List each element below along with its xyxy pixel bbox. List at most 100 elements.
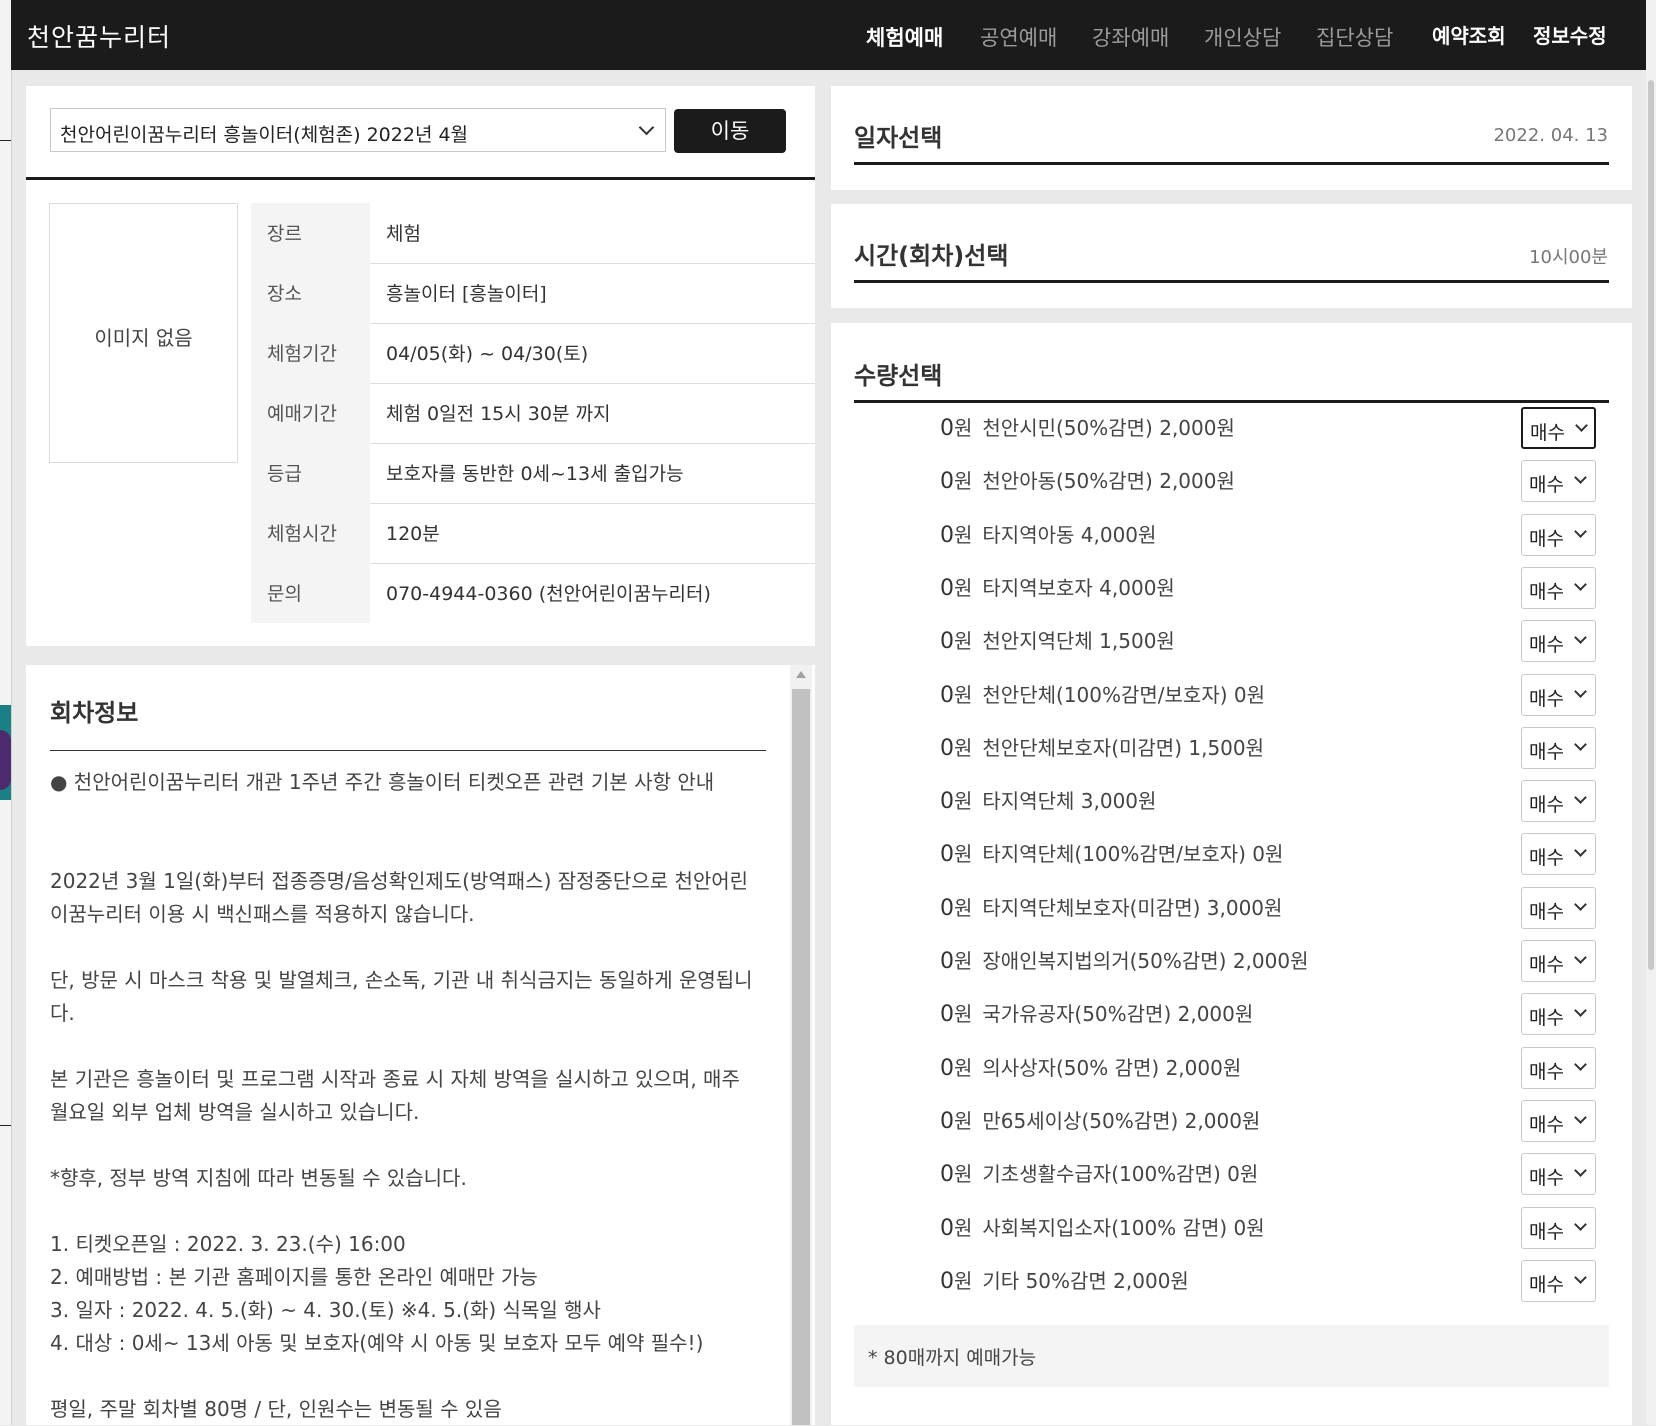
ticket-quantity-select[interactable]: 매수 <box>1521 940 1596 982</box>
ticket-quantity-select[interactable]: 매수 <box>1521 1207 1596 1249</box>
notice-list-item: 3. 일자 : 2022. 4. 5.(화) ~ 4. 30.(토) ※4. 5… <box>50 1298 601 1322</box>
chevron-down-icon <box>1574 791 1587 804</box>
program-select[interactable]: 천안어린이꿈누리터 흥놀이터(체험존) 2022년 4월 <box>50 108 666 152</box>
ticket-quantity-select[interactable]: 매수 <box>1521 514 1596 556</box>
ticket-quantity-select[interactable]: 매수 <box>1521 1047 1596 1089</box>
ticket-quantity-select[interactable]: 매수 <box>1521 567 1596 609</box>
divider <box>26 177 815 180</box>
ticket-quantity-select[interactable]: 매수 <box>1521 833 1596 875</box>
ticket-quantity-select[interactable]: 매수 <box>1521 460 1596 502</box>
ticket-price: 0 <box>940 683 954 708</box>
info-label: 등급 <box>267 463 302 485</box>
ticket-price: 0 <box>940 949 954 974</box>
ticket-price-unit: 원 <box>954 1269 973 1293</box>
notice-paragraph: *향후, 정부 방역 지침에 따라 변동될 수 있습니다. <box>50 1166 467 1190</box>
quantity-select-label: 매수 <box>1529 1167 1564 1189</box>
ticket-price-unit: 원 <box>954 629 973 653</box>
selected-date[interactable]: 2022. 04. 13 <box>1400 125 1608 146</box>
quantity-select-label: 매수 <box>1529 901 1564 923</box>
ticket-type-row: 0원 기초생활수급자(100%감면) 0원 <box>940 1158 1258 1187</box>
ticket-quantity-select[interactable]: 매수 <box>1521 1153 1596 1195</box>
chevron-down-icon <box>1574 844 1587 857</box>
ticket-quantity-select[interactable]: 매수 <box>1521 887 1596 929</box>
booking-limit-text: * 80매까지 예매가능 <box>868 1347 1037 1369</box>
chevron-down-icon <box>1574 1271 1587 1284</box>
notice-paragraph: ● 천안어린이꿈누리터 개관 1주년 주간 흥놀이터 티켓오픈 관련 기본 사항… <box>50 770 715 794</box>
ticket-quantity-select[interactable]: 매수 <box>1521 780 1596 822</box>
info-label: 장르 <box>267 223 302 245</box>
divider <box>854 162 1609 165</box>
ticket-price-unit: 원 <box>954 1162 973 1186</box>
notice-list-item: 4. 대상 : 0세~ 13세 아동 및 보호자(예약 시 아동 및 보호자 모… <box>50 1331 704 1355</box>
chevron-down-icon <box>638 119 655 136</box>
chevron-down-icon <box>1574 1004 1587 1017</box>
ticket-quantity-select[interactable]: 매수 <box>1521 674 1596 716</box>
nav-lecture-booking[interactable]: 강좌예매 <box>1092 22 1169 52</box>
ticket-price-unit: 원 <box>954 523 973 547</box>
ticket-name: 사회복지입소자(100% 감면) 0원 <box>982 1216 1265 1240</box>
nav-edit-profile[interactable]: 정보수정 <box>1533 20 1607 49</box>
ticket-quantity-select[interactable]: 매수 <box>1521 727 1596 769</box>
ticket-price-unit: 원 <box>954 1056 973 1080</box>
top-navigation-bar: 천안꿈누리터 체험예매 공연예매 강좌예매 개인상담 집단상담 예약조회 정보수… <box>11 0 1646 70</box>
ticket-quantity-select[interactable]: 매수 <box>1521 993 1596 1035</box>
chevron-down-icon <box>1574 738 1587 751</box>
chevron-down-icon <box>1574 685 1587 698</box>
info-row-rating: 등급 보호자를 동반한 0세~13세 출입가능 <box>251 443 815 504</box>
ticket-name: 의사상자(50% 감면) 2,000원 <box>982 1056 1242 1080</box>
ticket-name: 기초생활수급자(100%감면) 0원 <box>982 1162 1259 1186</box>
quantity-select-label: 매수 <box>1529 1274 1564 1296</box>
quantity-select-label: 매수 <box>1529 581 1564 603</box>
ticket-price: 0 <box>940 842 954 867</box>
ticket-type-row: 0원 만65세이상(50%감면) 2,000원 <box>940 1105 1260 1134</box>
ticket-price-unit: 원 <box>954 736 973 760</box>
ticket-quantity-select[interactable]: 매수 <box>1521 1260 1596 1302</box>
selected-time[interactable]: 10시00분 <box>1400 243 1608 269</box>
page-scrollbar-thumb[interactable] <box>1648 80 1654 970</box>
nav-personal-counseling[interactable]: 개인상담 <box>1204 22 1281 52</box>
nav-reservation-lookup[interactable]: 예약조회 <box>1432 20 1506 49</box>
info-value: 보호자를 동반한 0세~13세 출입가능 <box>386 463 684 485</box>
notice-scrollbar[interactable] <box>790 665 812 1425</box>
info-row-booking-period: 예매기간 체험 0일전 15시 30분 까지 <box>251 383 815 444</box>
info-row-genre: 장르 체험 <box>251 203 815 264</box>
divider <box>854 400 1609 403</box>
ticket-type-row: 0원 타지역단체 3,000원 <box>940 785 1156 814</box>
ticket-price: 0 <box>940 789 954 814</box>
site-logo[interactable]: 천안꿈누리터 <box>27 18 171 54</box>
ticket-quantity-select[interactable]: 매수 <box>1521 407 1596 449</box>
ticket-price-unit: 원 <box>954 469 973 493</box>
ticket-name: 천안시민(50%감면) 2,000원 <box>982 416 1235 440</box>
chevron-down-icon <box>1574 631 1587 644</box>
ticket-quantity-select[interactable]: 매수 <box>1521 1100 1596 1142</box>
ticket-price: 0 <box>940 896 954 921</box>
nav-group-counseling[interactable]: 집단상담 <box>1316 22 1393 52</box>
go-button[interactable]: 이동 <box>674 109 786 153</box>
chevron-down-icon <box>1574 1058 1587 1071</box>
ticket-price-unit: 원 <box>954 1109 973 1133</box>
info-row-place: 장소 흥놀이터 [흥놀이터] <box>251 263 815 324</box>
page-scrollbar[interactable] <box>1646 0 1656 1425</box>
info-row-period: 체험기간 04/05(화) ~ 04/30(토) <box>251 323 815 384</box>
chevron-down-icon <box>1574 951 1587 964</box>
notice-scrollbar-thumb[interactable] <box>792 689 810 1425</box>
scroll-up-icon[interactable] <box>796 671 806 678</box>
ticket-quantity-select[interactable]: 매수 <box>1521 620 1596 662</box>
ticket-price: 0 <box>940 1269 954 1294</box>
ticket-price: 0 <box>940 1002 954 1027</box>
info-label: 문의 <box>267 583 302 605</box>
ticket-price: 0 <box>940 416 954 441</box>
ticket-price: 0 <box>940 1109 954 1134</box>
nav-experience-booking[interactable]: 체험예매 <box>866 22 943 52</box>
ticket-price: 0 <box>940 469 954 494</box>
info-value: 04/05(화) ~ 04/30(토) <box>386 343 589 365</box>
ticket-type-row: 0원 천안시민(50%감면) 2,000원 <box>940 412 1235 441</box>
chevron-down-icon <box>1574 1164 1587 1177</box>
nav-performance-booking[interactable]: 공연예매 <box>980 22 1057 52</box>
ticket-type-row: 0원 의사상자(50% 감면) 2,000원 <box>940 1052 1241 1081</box>
ticket-type-row: 0원 사회복지입소자(100% 감면) 0원 <box>940 1212 1265 1241</box>
ticket-name: 천안단체(100%감면/보호자) 0원 <box>982 683 1266 707</box>
booking-limit-note: * 80매까지 예매가능 <box>854 1325 1609 1387</box>
date-select-title: 일자선택 <box>854 124 943 152</box>
time-select-title: 시간(회차)선택 <box>854 242 1009 270</box>
